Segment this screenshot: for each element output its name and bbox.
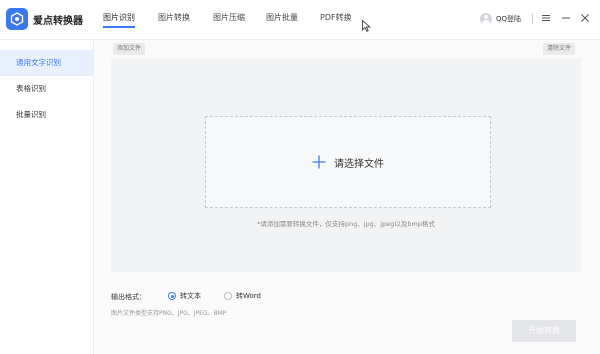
tab-image-compress[interactable]: 图片压缩 <box>213 12 245 23</box>
start-convert-button[interactable]: 开始转换 <box>512 320 576 342</box>
divider <box>532 14 533 24</box>
plus-icon <box>312 155 326 169</box>
sidebar: 通用文字识别 表格识别 批量识别 <box>0 40 94 354</box>
sidebar-item-batch-ocr[interactable]: 批量识别 <box>0 102 94 128</box>
radio-to-word-label: 转Word <box>236 292 261 300</box>
add-file-button[interactable]: 添加文件 <box>113 43 146 55</box>
sidebar-item-table-ocr[interactable]: 表格识别 <box>0 76 94 102</box>
title-bar: 爱点转换器 图片识别 图片转换 图片压缩 图片批量 PDF转换 QQ登陆 <box>0 0 600 40</box>
main-panel: 添加文件 清除文件 请选择文件 *请添加需要转换文件，仅支持png、jpg、jp… <box>95 40 600 354</box>
app-name: 爱点转换器 <box>33 16 83 27</box>
choose-file-box[interactable]: 请选择文件 <box>205 116 491 208</box>
output-format-label: 输出格式： <box>111 293 146 301</box>
clear-file-button[interactable]: 清除文件 <box>543 43 576 55</box>
radio-to-word[interactable]: 转Word <box>224 291 261 301</box>
app-logo-icon <box>6 8 28 30</box>
close-icon[interactable] <box>580 13 590 23</box>
radio-to-text[interactable]: 转文本 <box>168 291 201 301</box>
supported-formats-text: 图片文件类型支持PNG、JPG、JPEG、BMP <box>111 310 227 317</box>
minimize-icon[interactable] <box>561 13 571 23</box>
user-login[interactable]: QQ登陆 <box>480 13 521 25</box>
radio-checked-icon <box>168 292 176 300</box>
tab-image-batch[interactable]: 图片批量 <box>266 12 298 23</box>
tab-image-convert[interactable]: 图片转换 <box>158 12 190 23</box>
sidebar-item-general-ocr[interactable]: 通用文字识别 <box>0 50 94 76</box>
mouse-cursor-icon <box>362 20 371 32</box>
upload-hint: *请添加需要转换文件，仅支持png、jpg、jpeg以及bmp格式 <box>257 220 435 228</box>
choose-file-label: 请选择文件 <box>334 158 384 170</box>
radio-unchecked-icon <box>224 292 232 300</box>
user-login-label: QQ登陆 <box>496 15 522 23</box>
tab-image-recognition[interactable]: 图片识别 <box>103 12 135 28</box>
file-drop-area[interactable]: 请选择文件 *请添加需要转换文件，仅支持png、jpg、jpeg以及bmp格式 <box>111 58 581 272</box>
menu-icon[interactable] <box>541 13 551 23</box>
tab-pdf-convert[interactable]: PDF转换 <box>320 12 352 23</box>
radio-to-text-label: 转文本 <box>180 292 201 300</box>
avatar-icon <box>480 13 492 25</box>
